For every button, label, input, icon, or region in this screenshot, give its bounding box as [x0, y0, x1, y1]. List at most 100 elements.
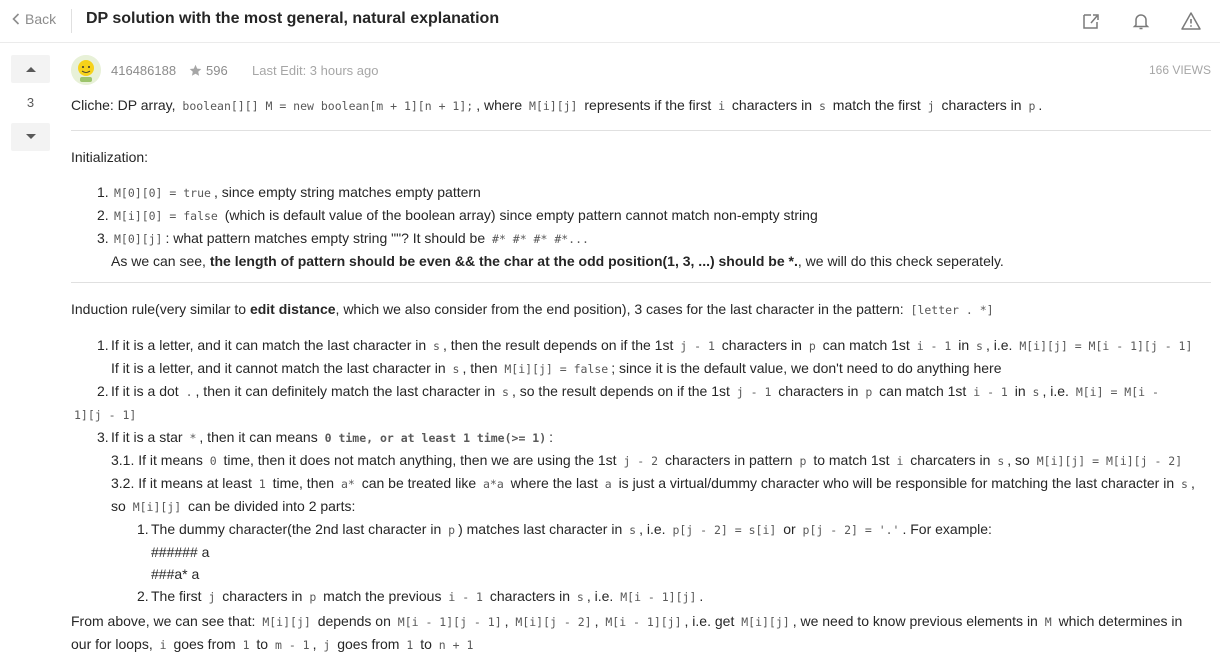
- text: 3.1. If it means: [111, 452, 203, 468]
- induction-list: 1. If it is a letter, and it can match t…: [71, 334, 1211, 608]
- text: As we can see, the length of pattern sho…: [111, 250, 1211, 272]
- text: ,: [1190, 475, 1195, 491]
- intro-paragraph: Cliche: DP array, boolean[][] M = new bo…: [71, 94, 1042, 117]
- text: in: [1014, 383, 1026, 399]
- text: If it is a star: [111, 429, 183, 445]
- text: , i.e. get: [684, 613, 735, 629]
- divider: [71, 130, 1211, 131]
- inline-code: n + 1: [438, 638, 474, 652]
- inline-code: 0: [209, 454, 217, 468]
- back-button[interactable]: Back: [12, 11, 56, 27]
- text: characters in: [731, 97, 813, 113]
- inline-code: s: [629, 523, 637, 537]
- text: , so: [1007, 452, 1030, 468]
- text: , we need to know previous elements in: [792, 613, 1038, 629]
- text: in: [958, 337, 970, 353]
- reputation-value: 596: [206, 63, 228, 78]
- text: 1][j - 1]: [71, 403, 1211, 426]
- star-icon: [189, 64, 202, 76]
- text: 3.2. If it means at least: [111, 475, 252, 491]
- text: can match 1st: [822, 337, 910, 353]
- inline-code: p: [448, 523, 456, 537]
- text: From above, we can see that:: [71, 613, 256, 629]
- page-title: DP solution with the most general, natur…: [86, 10, 500, 27]
- inline-code: p: [309, 590, 317, 604]
- text: Cliche: DP array,: [71, 97, 176, 113]
- inline-code: M[i][j] = M[i - 1][j - 1]: [1019, 339, 1193, 353]
- text: As we can see,: [111, 253, 206, 269]
- text: .: [699, 588, 704, 604]
- text: , then it can definitely match the last …: [195, 383, 496, 399]
- text: can be divided into 2 parts:: [188, 498, 356, 514]
- list-number: 3.: [97, 230, 109, 246]
- inline-code: i - 1: [973, 385, 1008, 399]
- sub-item: 3.1. If it means 0 time, then it does no…: [71, 449, 1211, 472]
- text: is just a virtual/dummy character who wi…: [618, 475, 1175, 491]
- text: , then the result depends on if the 1st: [442, 337, 674, 353]
- inline-code: s: [452, 362, 460, 376]
- downvote-button[interactable]: [11, 123, 50, 151]
- text: characters in: [941, 97, 1022, 113]
- inline-code: 0 time, or at least 1 time(>= 1): [324, 431, 547, 445]
- inline-code: p[j - 2] = s[i]: [672, 523, 777, 537]
- text: ) matches last character in: [458, 521, 623, 537]
- text: , i.e.: [586, 588, 614, 604]
- avatar-icon: [71, 55, 101, 85]
- username-link[interactable]: 416486188: [111, 63, 176, 78]
- init-heading: Initialization:: [71, 149, 149, 165]
- text: goes from: [173, 636, 236, 652]
- share-button[interactable]: [1080, 10, 1102, 32]
- inline-code: M[i][j] = M[i][j - 2]: [1036, 454, 1183, 468]
- inline-code: s: [818, 99, 826, 113]
- inline-code: M[i][j - 2]: [515, 615, 592, 629]
- text: or: [783, 521, 796, 537]
- list-item: 1. M[0][0] = true, since empty string ma…: [71, 181, 1211, 204]
- inline-code: M[i - 1][j - 1]: [397, 615, 502, 629]
- text: our for loops,: [71, 636, 153, 652]
- text: (which is default value of the boolean a…: [224, 207, 818, 223]
- text: , i.e.: [1042, 383, 1069, 399]
- text: goes from: [337, 636, 400, 652]
- text: represents if the first: [584, 97, 712, 113]
- top-bar: Back DP solution with the most general, …: [0, 0, 1220, 43]
- back-label: Back: [25, 11, 57, 27]
- text: ; since it is the default value, we don'…: [611, 360, 1002, 376]
- sub-item: 3.2. If it means at least 1 time, then a…: [71, 472, 1211, 518]
- vote-count: 3: [26, 95, 35, 110]
- warning-icon: [1181, 12, 1201, 30]
- divider: [71, 282, 1211, 283]
- bold-text: the length of pattern should be even && …: [209, 253, 798, 269]
- inline-code: boolean[][] M = new boolean[m + 1][n + 1…: [182, 99, 474, 113]
- avatar[interactable]: [71, 55, 101, 85]
- inline-code: p: [1028, 99, 1036, 113]
- list-item: 3. M[0][j]: what pattern matches empty s…: [71, 227, 1211, 272]
- inline-code: M[i - 1][j]: [605, 615, 682, 629]
- report-button[interactable]: [1180, 10, 1202, 32]
- inline-code: j - 1: [680, 339, 715, 353]
- text: which determines in: [1058, 613, 1183, 629]
- inline-code: M[i][j]: [741, 615, 790, 629]
- inline-code: 1: [406, 638, 414, 652]
- inline-code: i - 1: [448, 590, 483, 604]
- inline-code: M[i][j]: [132, 500, 182, 514]
- inline-code: *: [189, 431, 197, 445]
- inline-code: p: [808, 339, 816, 353]
- inline-code: j: [208, 590, 216, 604]
- upvote-button[interactable]: [11, 55, 50, 83]
- bell-icon: [1132, 14, 1150, 30]
- inline-code: 1: [242, 638, 250, 652]
- text: ,: [594, 613, 599, 629]
- text: time, then: [272, 475, 335, 491]
- inline-code: M: [1044, 615, 1052, 629]
- notification-button[interactable]: [1130, 10, 1152, 32]
- list-number: 2.: [97, 207, 109, 223]
- text: can match 1st: [879, 383, 967, 399]
- caret-up-icon: [25, 67, 36, 72]
- post-meta: 416486188 596 Last Edit: 3 hours ago 166…: [71, 55, 1211, 85]
- text: . For example:: [902, 521, 992, 537]
- text: The first: [151, 588, 202, 604]
- inline-code: s: [1032, 385, 1040, 399]
- text: The dummy character(the 2nd last charact…: [151, 521, 442, 537]
- text: Induction rule(very similar to: [71, 301, 247, 317]
- inline-code: 1][j - 1]: [74, 408, 137, 422]
